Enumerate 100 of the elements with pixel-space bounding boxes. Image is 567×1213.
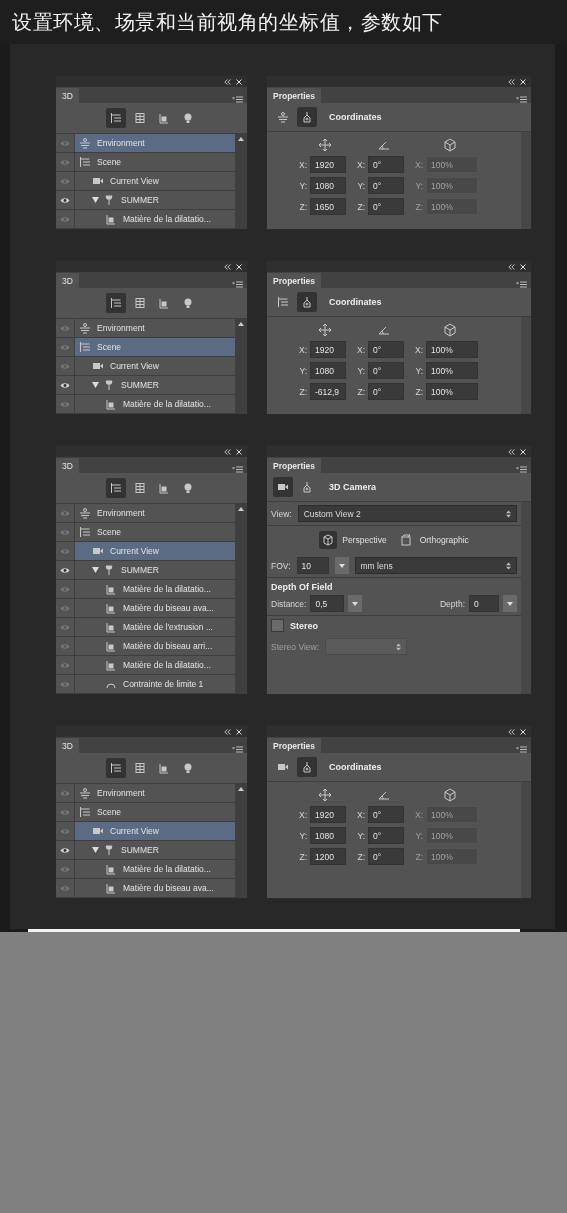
checkbox[interactable]	[271, 619, 284, 632]
layer-row[interactable]: Scene	[75, 803, 235, 821]
number-field[interactable]: 1080	[310, 827, 346, 844]
mode-button[interactable]	[297, 107, 317, 127]
number-field[interactable]: 100%	[426, 341, 478, 358]
layer-row[interactable]: Matière de la dilatatio...	[75, 395, 235, 413]
layer-row[interactable]: Matière de l'extrusion ...	[75, 618, 235, 636]
layer-row[interactable]: SUMMER	[75, 561, 235, 579]
number-field[interactable]: 1080	[310, 362, 346, 379]
scrollbar[interactable]	[521, 132, 531, 229]
number-field[interactable]: 1920	[310, 806, 346, 823]
layer-row[interactable]: SUMMER	[75, 191, 235, 209]
mode-button[interactable]	[273, 477, 293, 497]
lens-select[interactable]: mm lens	[354, 557, 517, 574]
dropdown-button[interactable]	[334, 557, 349, 574]
layer-row[interactable]: Scene	[75, 338, 235, 356]
scrollbar[interactable]	[521, 317, 531, 414]
projection-button[interactable]: Perspective	[317, 529, 389, 551]
number-field[interactable]: 0°	[368, 156, 404, 173]
panel-tab[interactable]: Properties	[267, 273, 322, 288]
scrollbar[interactable]	[521, 782, 531, 898]
panel-tab[interactable]: 3D	[56, 88, 79, 103]
scrollbar[interactable]	[521, 502, 531, 694]
layer-row[interactable]: Matière du biseau arri...	[75, 637, 235, 655]
number-field[interactable]: 1200	[310, 848, 346, 865]
number-field[interactable]: 0°	[368, 383, 404, 400]
layer-row[interactable]: Environment	[75, 784, 235, 802]
layer-row[interactable]: Matière de la dilatatio...	[75, 656, 235, 674]
panel-tab[interactable]: 3D	[56, 273, 79, 288]
number-field[interactable]: 100%	[426, 383, 478, 400]
number-field[interactable]: 0°	[368, 806, 404, 823]
number-field[interactable]: 1920	[310, 341, 346, 358]
layer-row[interactable]: Environment	[75, 319, 235, 337]
number-field[interactable]: -612,9	[310, 383, 346, 400]
number-field[interactable]: 1650	[310, 198, 346, 215]
number-field[interactable]: 1080	[310, 177, 346, 194]
mode-button[interactable]	[297, 292, 317, 312]
panel-tab[interactable]: Properties	[267, 738, 322, 753]
view-select[interactable]: Custom View 2	[297, 505, 517, 522]
filter-button[interactable]	[105, 758, 126, 778]
layer-row[interactable]: Matière du biseau ava...	[75, 879, 235, 897]
scrollbar[interactable]	[235, 134, 247, 229]
expand-triangle-icon[interactable]	[92, 847, 99, 853]
layer-row[interactable]: Environment	[75, 134, 235, 152]
cube-icon	[441, 788, 458, 802]
mode-button[interactable]	[297, 757, 317, 777]
scrollbar[interactable]	[235, 784, 247, 898]
layer-row[interactable]: Matière de la dilatatio...	[75, 860, 235, 878]
projection-button[interactable]: Orthographic	[394, 529, 471, 551]
panel-title: Coordinates	[329, 297, 382, 307]
number-field[interactable]: 0°	[368, 827, 404, 844]
expand-triangle-icon[interactable]	[92, 197, 99, 203]
number-field[interactable]: 0	[469, 595, 499, 612]
number-field[interactable]: 0°	[368, 341, 404, 358]
dropdown-button[interactable]	[503, 595, 517, 612]
number-field[interactable]: 0,5	[310, 595, 345, 612]
layer-row[interactable]: Scene	[75, 153, 235, 171]
layer-row[interactable]: Scene	[75, 523, 235, 541]
dropdown-button[interactable]	[348, 595, 363, 612]
camera-icon	[92, 175, 104, 187]
number-field[interactable]: 0°	[368, 177, 404, 194]
number-field[interactable]: 1920	[310, 156, 346, 173]
layer-row[interactable]: SUMMER	[75, 376, 235, 394]
layer-row[interactable]: Current View	[75, 542, 235, 560]
layer-row[interactable]: Matière du biseau ava...	[75, 599, 235, 617]
layer-row[interactable]: Environment	[75, 504, 235, 522]
eye-icon[interactable]	[60, 381, 70, 389]
layer-row[interactable]: Current View	[75, 357, 235, 375]
panel-tab[interactable]: 3D	[56, 738, 79, 753]
panel-tab[interactable]: Properties	[267, 88, 322, 103]
filter-button[interactable]	[105, 293, 126, 313]
panel-tab[interactable]: Properties	[267, 458, 322, 473]
number-field[interactable]: 0°	[368, 198, 404, 215]
eye-icon[interactable]	[60, 196, 70, 204]
panel-menu-icon	[232, 96, 243, 103]
coordinates-icon	[301, 111, 313, 123]
number-field[interactable]: 0°	[368, 848, 404, 865]
filter-button[interactable]	[105, 108, 126, 128]
layer-row[interactable]: Current View	[75, 172, 235, 190]
layer-row[interactable]: Contrainte de limite 1	[75, 675, 235, 693]
camera-icon	[92, 360, 104, 372]
number-field[interactable]: 0°	[368, 362, 404, 379]
expand-triangle-icon[interactable]	[92, 567, 99, 573]
eye-icon[interactable]	[60, 566, 70, 574]
layer-row[interactable]: SUMMER	[75, 841, 235, 859]
scrollbar[interactable]	[235, 319, 247, 414]
layer-row[interactable]: Matière de la dilatatio...	[75, 210, 235, 228]
expand-triangle-icon[interactable]	[92, 382, 99, 388]
eye-icon[interactable]	[60, 846, 70, 854]
scrollbar[interactable]	[235, 504, 247, 694]
coordinates-icon	[301, 296, 313, 308]
number-field[interactable]: 100%	[426, 362, 478, 379]
number-field[interactable]: 10	[296, 557, 329, 574]
filter-button[interactable]	[105, 478, 126, 498]
layer-row[interactable]: Current View	[75, 822, 235, 840]
scroll-up-icon	[238, 787, 244, 791]
panel-tab[interactable]: 3D	[56, 458, 79, 473]
material-icon	[105, 583, 117, 595]
collapse-icon	[224, 448, 231, 455]
layer-row[interactable]: Matière de la dilatatio...	[75, 580, 235, 598]
